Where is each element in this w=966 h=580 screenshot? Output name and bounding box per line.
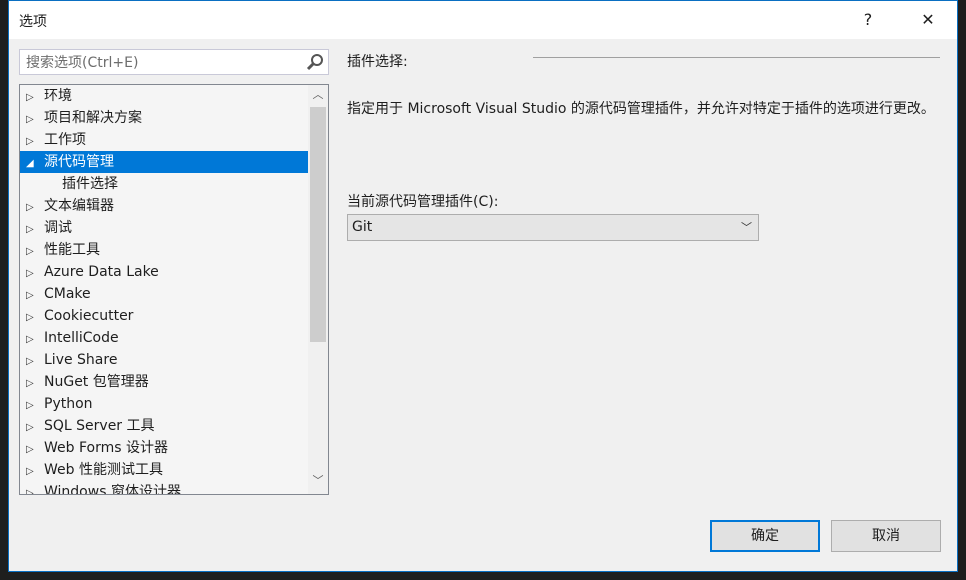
tree-item[interactable]: ▷ Web 性能测试工具 — [20, 459, 328, 481]
cancel-button[interactable]: 取消 — [831, 520, 941, 552]
tree-item-label: 项目和解决方案 — [44, 110, 142, 126]
tree-item[interactable]: ▷ Web Forms 设计器 — [20, 437, 328, 459]
collapsed-arrow-icon[interactable]: ▷ — [26, 417, 44, 439]
tree-item-label: 调试 — [44, 220, 72, 236]
collapsed-arrow-icon[interactable]: ▷ — [26, 373, 44, 395]
tree-item[interactable]: ▷ Azure Data Lake — [20, 261, 328, 283]
options-tree: ▷ 环境 ▷ 项目和解决方案 ▷ 工作项 ◢ 源代码管理 插件选择 ▷ 文本编辑器 ▷ 调试 ▷ 性能工具 ▷… — [19, 84, 329, 495]
collapsed-arrow-icon[interactable]: ▷ — [26, 329, 44, 351]
collapsed-arrow-icon[interactable]: ▷ — [26, 285, 44, 307]
tree-item[interactable]: ▷ NuGet 包管理器 — [20, 371, 328, 393]
collapsed-arrow-icon[interactable]: ▷ — [26, 109, 44, 131]
section-description: 指定用于 Microsoft Visual Studio 的源代码管理插件，并允… — [347, 101, 935, 117]
title-bar: 选项 ? ✕ — [9, 1, 957, 39]
search-icon[interactable] — [306, 53, 324, 75]
tree-item-label: 工作项 — [44, 132, 86, 148]
tree-item-label: Azure Data Lake — [44, 264, 159, 280]
scroll-down-icon[interactable]: ﹀ — [308, 471, 328, 491]
tree-item-label: 文本编辑器 — [44, 198, 114, 214]
help-button[interactable]: ? — [853, 7, 883, 33]
collapsed-arrow-icon[interactable]: ▷ — [26, 131, 44, 153]
section-divider — [533, 57, 940, 58]
tree-item-label: 环境 — [44, 88, 72, 104]
collapsed-arrow-icon[interactable]: ▷ — [26, 197, 44, 219]
tree-item[interactable]: ▷ Live Share — [20, 349, 328, 371]
search-box — [19, 49, 329, 75]
tree-item-label: Windows 窗体设计器 — [44, 484, 181, 495]
search-input[interactable] — [24, 51, 298, 75]
tree-item[interactable]: ▷ Windows 窗体设计器 — [20, 481, 328, 495]
tree-item-label: IntelliCode — [44, 330, 119, 346]
tree-item[interactable]: ◢ 源代码管理 — [20, 151, 328, 173]
tree-item-label: Web Forms 设计器 — [44, 440, 168, 456]
tree-item[interactable]: ▷ Python — [20, 393, 328, 415]
plugin-select[interactable]: Git ﹀ — [347, 214, 759, 241]
tree-item-label: 源代码管理 — [44, 154, 114, 170]
collapsed-arrow-icon[interactable]: ▷ — [26, 461, 44, 483]
tree-item[interactable]: ▷ CMake — [20, 283, 328, 305]
plugin-label: 当前源代码管理插件(C): — [347, 194, 499, 210]
tree-item[interactable]: ▷ SQL Server 工具 — [20, 415, 328, 437]
tree-item-label: SQL Server 工具 — [44, 418, 155, 434]
tree-item-label: Cookiecutter — [44, 308, 134, 324]
tree-item-label: Web 性能测试工具 — [44, 462, 163, 478]
tree-item[interactable]: 插件选择 — [20, 173, 328, 195]
tree-item[interactable]: ▷ 文本编辑器 — [20, 195, 328, 217]
collapsed-arrow-icon[interactable]: ▷ — [26, 439, 44, 461]
collapsed-arrow-icon[interactable]: ▷ — [26, 87, 44, 109]
scroll-up-icon[interactable]: ︿ — [308, 85, 328, 105]
tree-item-label: 插件选择 — [62, 176, 118, 192]
tree-item[interactable]: ▷ 性能工具 — [20, 239, 328, 261]
tree-item[interactable]: ▷ IntelliCode — [20, 327, 328, 349]
tree-item[interactable]: ▷ 项目和解决方案 — [20, 107, 328, 129]
collapsed-arrow-icon[interactable]: ▷ — [26, 483, 44, 494]
options-dialog: 选项 ? ✕ ▷环境▷项目和解决方案▷工作项◢源代码管理插件选择▷文本编辑器▷调… — [8, 0, 958, 572]
tree-item[interactable]: ▷ Cookiecutter — [20, 305, 328, 327]
section-heading: 插件选择: — [347, 54, 408, 70]
expanded-arrow-icon[interactable]: ◢ — [26, 153, 44, 175]
collapsed-arrow-icon[interactable]: ▷ — [26, 395, 44, 417]
tree-item-label: CMake — [44, 286, 91, 302]
ok-button[interactable]: 确定 — [710, 520, 820, 552]
tree-item[interactable]: ▷ 调试 — [20, 217, 328, 239]
tree-item-label: Live Share — [44, 352, 118, 368]
tree-item-label: 性能工具 — [44, 242, 100, 258]
collapsed-arrow-icon[interactable]: ▷ — [26, 351, 44, 373]
tree-item[interactable]: ▷ 环境 — [20, 85, 328, 107]
collapsed-arrow-icon[interactable]: ▷ — [26, 307, 44, 329]
tree-item-label: NuGet 包管理器 — [44, 374, 149, 390]
scroll-thumb[interactable] — [310, 107, 326, 342]
chevron-down-icon: ﹀ — [741, 221, 752, 234]
plugin-select-value: Git — [352, 219, 373, 235]
tree-item-label: Python — [44, 396, 93, 412]
collapsed-arrow-icon[interactable]: ▷ — [26, 219, 44, 241]
dialog-title: 选项 — [19, 14, 47, 30]
tree-item[interactable]: ▷ 工作项 — [20, 129, 328, 151]
tree-scrollbar[interactable]: ︿ ﹀ — [308, 85, 328, 494]
collapsed-arrow-icon[interactable]: ▷ — [26, 241, 44, 263]
close-button[interactable]: ✕ — [913, 7, 943, 33]
collapsed-arrow-icon[interactable]: ▷ — [26, 263, 44, 285]
